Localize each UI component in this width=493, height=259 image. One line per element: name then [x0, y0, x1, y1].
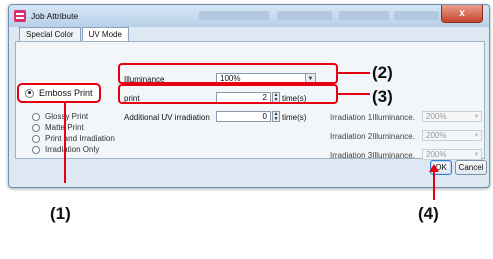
callout-2: (2)	[372, 63, 393, 82]
callout-3: (3)	[372, 87, 393, 106]
arrow-up-icon	[429, 164, 439, 172]
additional-uv-unit-label: time(s)	[282, 113, 307, 122]
irradiation-1-label: Irradiation 1Illuminance.	[330, 113, 415, 122]
background-tab-blur	[339, 11, 389, 20]
radio-print-and-irradiation[interactable]: Print and Irradiation	[32, 134, 115, 143]
background-tab-blur	[394, 11, 439, 20]
callout-line-2	[338, 72, 370, 74]
chevron-down-icon[interactable]: ▼	[472, 112, 481, 121]
radio-circle	[25, 88, 34, 98]
highlight-box-print	[118, 84, 338, 104]
radio-emboss-print[interactable]: Emboss Print	[17, 83, 101, 103]
irradiation-2-value: 200%	[426, 131, 447, 140]
irradiation-3-value: 200%	[426, 150, 447, 159]
irradiation-3-label: Irradiation 3Illuminance.	[330, 151, 415, 160]
cancel-button[interactable]: Cancel	[455, 160, 487, 175]
title-bar: Job Attribute x	[9, 5, 489, 27]
chevron-down-icon[interactable]: ▼	[472, 131, 481, 140]
callout-line-1	[64, 103, 66, 183]
callout-line-3	[338, 93, 370, 95]
highlight-box-illuminance	[118, 63, 338, 84]
radio-label: Emboss Print	[39, 88, 93, 98]
callout-1: (1)	[50, 204, 71, 223]
callout-4: (4)	[418, 204, 439, 223]
background-tab-blur	[199, 11, 269, 20]
background-tab-blur	[277, 11, 332, 20]
radio-label: Glossy Print	[45, 112, 89, 121]
radio-circle	[32, 123, 40, 132]
close-button[interactable]: x	[441, 5, 483, 23]
chevron-down-icon[interactable]: ▼	[472, 150, 481, 159]
callout-line-4	[433, 172, 435, 200]
irradiation-3-select[interactable]: 200% ▼	[422, 149, 482, 160]
tab-strip: Special Color UV Mode	[19, 27, 130, 42]
radio-glossy-print[interactable]: Glossy Print	[32, 112, 88, 121]
additional-uv-label: Additional UV irradiation	[124, 113, 210, 122]
additional-uv-input[interactable]: 0	[216, 111, 271, 122]
irradiation-2-select[interactable]: 200% ▼	[422, 130, 482, 141]
radio-label: Print and Irradiation	[45, 134, 115, 143]
tab-special-color[interactable]: Special Color	[19, 27, 81, 41]
additional-uv-spinner[interactable]: ▲ ▼	[272, 111, 280, 122]
tab-uv-mode[interactable]: UV Mode	[81, 27, 129, 42]
irradiation-1-select[interactable]: 200% ▼	[422, 111, 482, 122]
window-title: Job Attribute	[31, 11, 79, 21]
radio-circle	[32, 112, 40, 121]
app-icon	[14, 10, 26, 22]
radio-circle	[32, 134, 40, 143]
irradiation-2-label: Irradiation 2Illuminance.	[330, 132, 415, 141]
irradiation-1-value: 200%	[426, 112, 447, 121]
radio-label: Irradiation Only	[45, 145, 100, 154]
radio-circle	[32, 145, 40, 154]
radio-matte-print[interactable]: Matte Print	[32, 123, 84, 132]
